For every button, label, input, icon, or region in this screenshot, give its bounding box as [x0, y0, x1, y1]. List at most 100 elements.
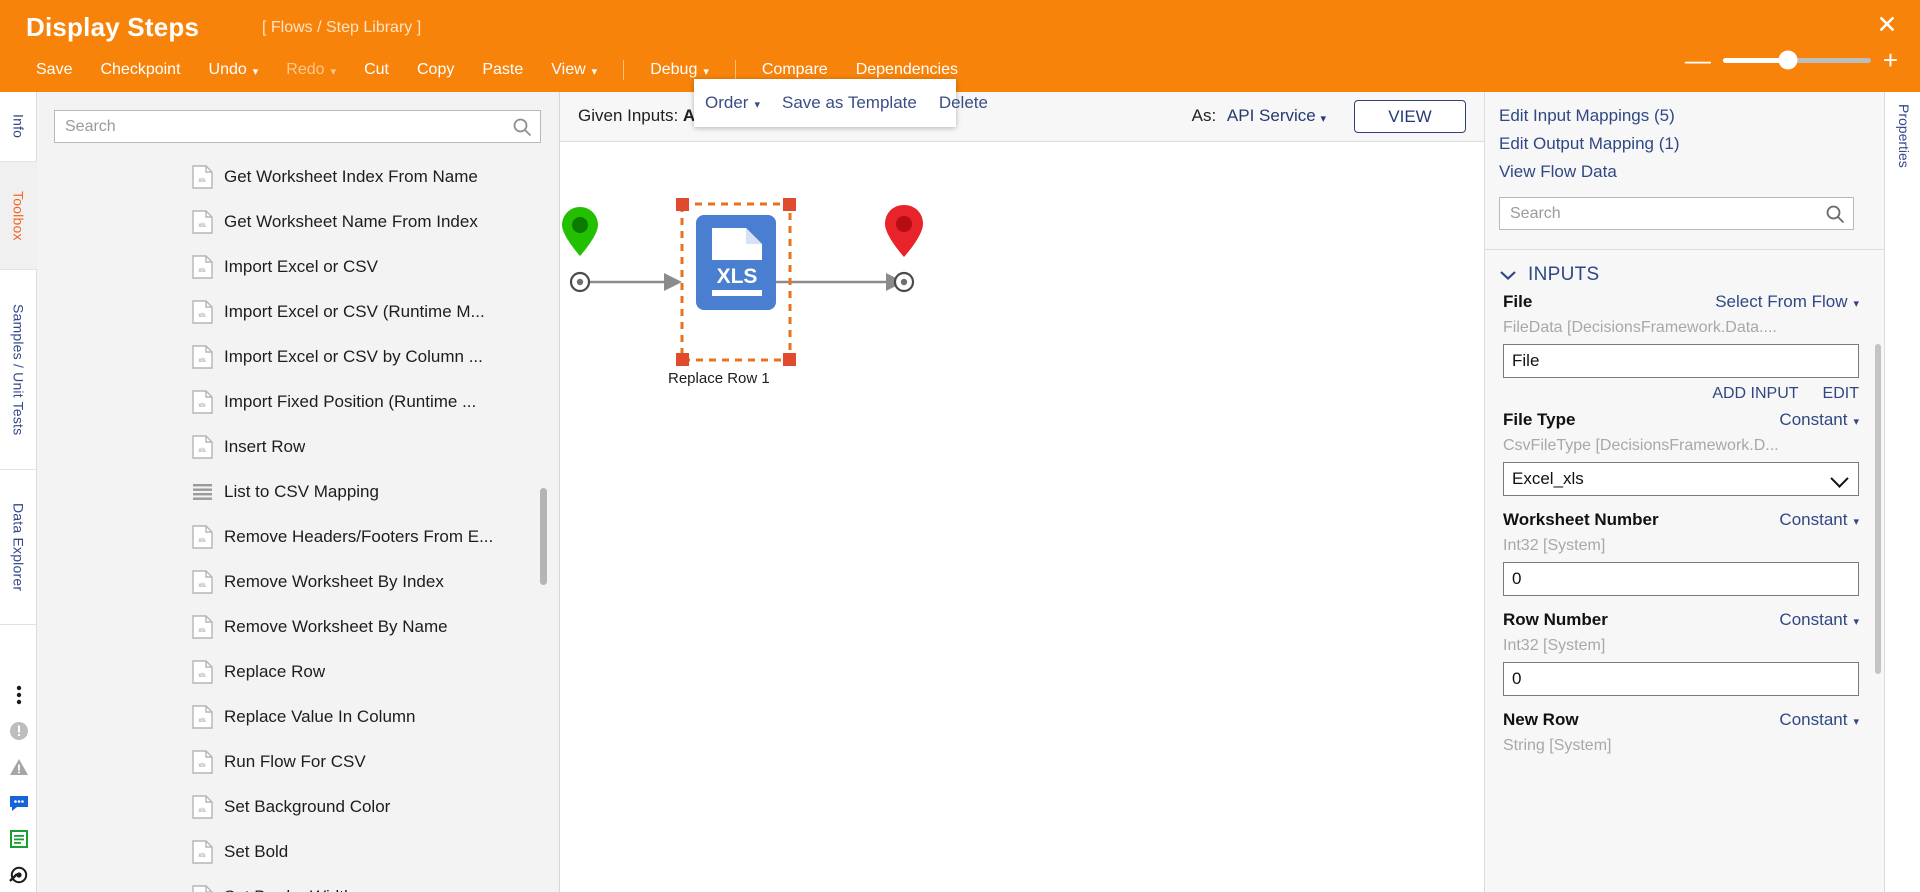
xls-file-icon: xls [192, 569, 213, 594]
xls-file-icon: xls [192, 299, 213, 324]
toolbox-step-item[interactable]: xls Remove Worksheet By Index [37, 559, 560, 604]
node-context-menu[interactable]: Order ▾ Save as Template Delete [694, 79, 988, 127]
zoom-slider[interactable] [1722, 50, 1871, 70]
close-icon[interactable]: ✕ [1870, 8, 1904, 42]
menu-item-copy[interactable]: Copy [403, 58, 468, 82]
error-icon[interactable] [8, 720, 30, 742]
properties-search-input[interactable] [1510, 198, 1810, 229]
menu-item-save[interactable]: Save [22, 58, 86, 82]
property-field-input[interactable]: 0 [1503, 562, 1859, 596]
toolbox-step-item[interactable]: xls Run Flow For CSV [37, 739, 560, 784]
svg-text:xls: xls [198, 268, 205, 274]
zoom-slider-handle[interactable] [1778, 50, 1798, 70]
run-as-dropdown[interactable]: API Service ▾ [1227, 106, 1326, 125]
search-icon [512, 117, 532, 142]
toolbox-step-item[interactable]: xls Set Background Color [37, 784, 560, 829]
toolbox-step-label: Get Worksheet Index From Name [224, 166, 478, 186]
xls-document-icon: XLS [696, 215, 776, 310]
menu-item-label: Save [36, 61, 73, 78]
inputs-section-header[interactable]: INPUTS [1499, 264, 1599, 286]
view-button[interactable]: VIEW [1354, 100, 1466, 133]
toolbox-step-item[interactable]: List to CSV Mapping [37, 469, 560, 514]
properties-search[interactable] [1499, 197, 1854, 230]
property-field-value: 0 [1512, 669, 1522, 688]
svg-text:xls: xls [198, 223, 205, 229]
toolbox-step-item[interactable]: xls Import Fixed Position (Runtime ... [37, 379, 560, 424]
property-action-add-input[interactable]: ADD INPUT [1712, 385, 1798, 403]
settings-gear-icon[interactable] [8, 864, 30, 886]
rail-tab-info[interactable]: Info [0, 92, 37, 162]
context-menu-item-label: Save as Template [782, 93, 917, 112]
list-lines-icon [192, 480, 213, 504]
menu-item-undo[interactable]: Undo ▾ [195, 58, 273, 82]
property-field-name: File [1503, 292, 1533, 311]
flow-canvas[interactable]: XLS Replace Row 1 [560, 142, 1484, 892]
chevron-down-icon: ▾ [703, 65, 709, 78]
properties-fields: File Select From Flow ▾ FileData [Decisions… [1485, 292, 1884, 776]
toolbox-step-item[interactable]: xls Set Border Width [37, 874, 560, 892]
property-field-mode-dropdown[interactable]: Constant ▾ [1779, 610, 1859, 630]
toolbox-step-item[interactable]: xls Replace Row [37, 649, 560, 694]
properties-scrollbar[interactable] [1875, 344, 1881, 674]
property-field-input[interactable]: 0 [1503, 662, 1859, 696]
properties-tab[interactable]: Properties [1896, 104, 1912, 168]
chevron-down-icon: ▾ [591, 65, 598, 78]
context-menu-item-save-as-template[interactable]: Save as Template [771, 93, 928, 113]
left-rail-icon-group [0, 684, 37, 886]
property-field-type: CsvFileType [DecisionsFramework.D... [1503, 437, 1779, 454]
comment-icon[interactable] [8, 792, 30, 814]
context-menu-item-label: Delete [938, 93, 988, 112]
toolbox-step-item[interactable]: xls Set Bold [37, 829, 560, 874]
property-field-mode-dropdown[interactable]: Constant ▾ [1779, 510, 1859, 530]
toolbox-step-item[interactable]: xls Import Excel or CSV [37, 244, 560, 289]
chevron-down-icon: ▾ [1853, 715, 1859, 728]
toolbox-step-item[interactable]: xls Remove Worksheet By Name [37, 604, 560, 649]
toolbox-step-label: Import Fixed Position (Runtime ... [224, 391, 477, 411]
menu-item-checkpoint[interactable]: Checkpoint [86, 58, 194, 82]
properties-link[interactable]: View Flow Data [1499, 158, 1617, 186]
toolbox-step-label: List to CSV Mapping [224, 481, 379, 501]
menu-item-paste[interactable]: Paste [468, 58, 537, 82]
properties-panel: Edit Input Mappings (5) Edit Output Mappi… [1484, 92, 1884, 892]
property-field-select[interactable]: Excel_xls [1503, 462, 1859, 496]
property-field-mode-dropdown[interactable]: Constant ▾ [1779, 710, 1859, 730]
toolbox-step-list[interactable]: xls Get Worksheet Index From Name xls Ge… [37, 154, 560, 892]
context-menu-item-delete[interactable]: Delete [928, 93, 999, 113]
toolbox-step-item[interactable]: xls Insert Row [37, 424, 560, 469]
toolbox-step-item[interactable]: xls Get Worksheet Name From Index [37, 199, 560, 244]
properties-link[interactable]: Edit Output Mapping (1) [1499, 130, 1679, 158]
property-action-edit[interactable]: EDIT [1823, 385, 1859, 403]
chevron-down-icon: ▾ [1853, 297, 1859, 310]
svg-text:xls: xls [198, 313, 205, 319]
context-menu-item-order[interactable]: Order ▾ [694, 93, 771, 113]
xls-file-icon: xls [192, 884, 213, 892]
toolbox-search[interactable] [54, 110, 541, 143]
toolbox-step-item[interactable]: xls Import Excel or CSV by Column ... [37, 334, 560, 379]
toolbox-step-label: Remove Headers/Footers From E... [224, 526, 494, 546]
search-input[interactable] [65, 111, 495, 142]
document-icon[interactable] [8, 828, 30, 850]
menu-item-label: Redo [286, 61, 325, 78]
rail-tab-samples-unit-tests[interactable]: Samples / Unit Tests [0, 270, 37, 470]
more-options-icon[interactable] [8, 684, 30, 706]
menu-item-view[interactable]: View ▾ [537, 58, 611, 82]
rail-tab-toolbox[interactable]: Toolbox [0, 162, 37, 270]
toolbox-step-item[interactable]: xls Import Excel or CSV (Runtime M... [37, 289, 560, 334]
property-field-mode-dropdown[interactable]: Select From Flow ▾ [1715, 292, 1859, 312]
zoom-in-button[interactable]: + [1883, 47, 1898, 73]
xls-file-icon: xls [192, 659, 213, 684]
toolbox-step-item[interactable]: xls Remove Headers/Footers From E... [37, 514, 560, 559]
xls-file-icon: xls [192, 164, 213, 189]
zoom-out-button[interactable]: — [1685, 47, 1711, 73]
toolbox-step-item[interactable]: xls Get Worksheet Index From Name [37, 154, 560, 199]
property-field-input[interactable]: File [1503, 344, 1859, 378]
xls-file-icon: xls [192, 209, 213, 234]
warning-icon[interactable] [8, 756, 30, 778]
menu-item-cut[interactable]: Cut [350, 58, 403, 82]
rail-tab-data-explorer[interactable]: Data Explorer [0, 470, 37, 625]
property-field-mode-dropdown[interactable]: Constant ▾ [1779, 410, 1859, 430]
menu-item-redo[interactable]: Redo ▾ [272, 58, 350, 82]
toolbox-step-item[interactable]: xls Replace Value In Column [37, 694, 560, 739]
toolbox-scrollbar[interactable] [540, 488, 547, 585]
properties-link[interactable]: Edit Input Mappings (5) [1499, 102, 1675, 130]
